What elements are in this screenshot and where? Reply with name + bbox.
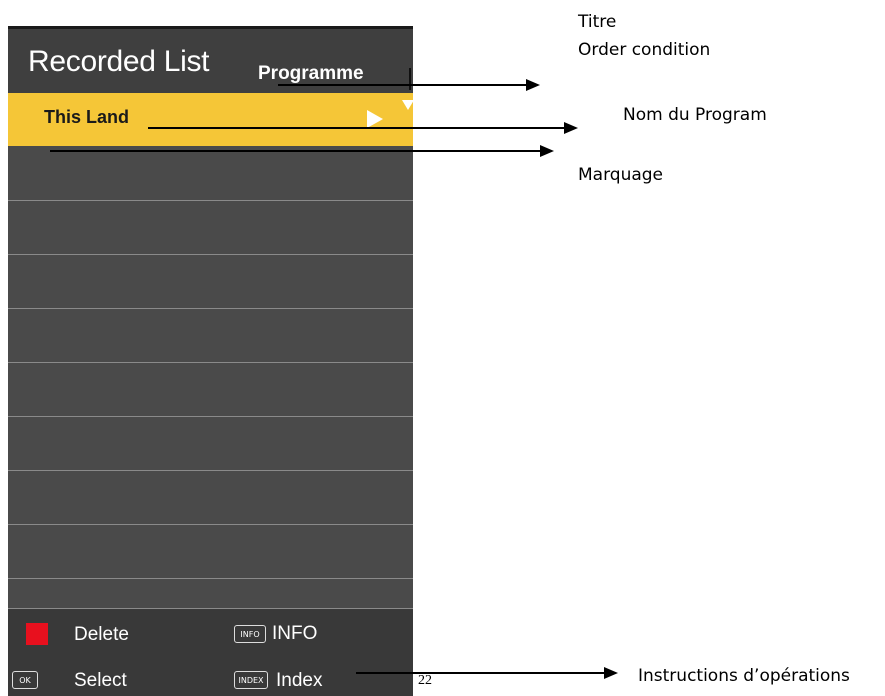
arrowhead-instructions bbox=[604, 667, 618, 679]
annotation-arrows bbox=[50, 68, 618, 679]
arrowhead-titre bbox=[526, 79, 540, 91]
arrowhead-program bbox=[564, 122, 578, 134]
arrowhead-marquage bbox=[540, 145, 554, 157]
